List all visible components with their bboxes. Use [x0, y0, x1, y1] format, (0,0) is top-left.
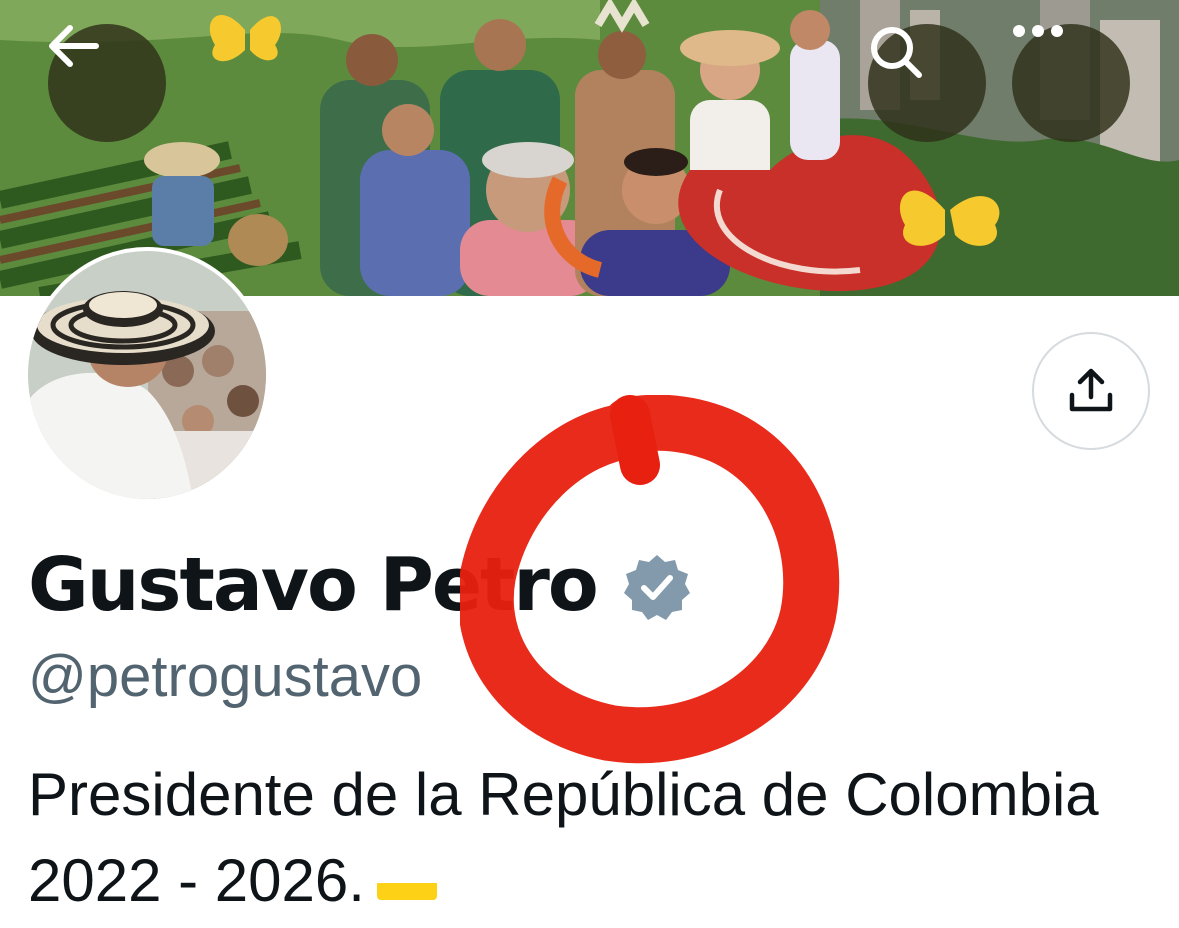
- avatar[interactable]: [24, 247, 270, 503]
- back-button[interactable]: [48, 24, 166, 142]
- more-options-button[interactable]: [1012, 24, 1130, 142]
- bio-years: 2022 - 2026.: [28, 847, 365, 914]
- profile-bio: Presidente de la República de Colombia 2…: [28, 752, 1168, 924]
- display-name: Gustavo Petro: [28, 542, 599, 628]
- profile-handle: @petrogustavo: [28, 644, 423, 709]
- profile-name-row: Gustavo Petro: [28, 548, 691, 622]
- ellipsis-icon: [1013, 25, 1063, 37]
- avatar-image: [28, 251, 266, 499]
- verified-badge-icon[interactable]: [623, 553, 691, 621]
- arrow-left-icon: [49, 25, 99, 67]
- bio-line-2: 2022 - 2026.: [28, 838, 1168, 924]
- search-button[interactable]: [868, 24, 986, 142]
- share-icon: [1069, 368, 1113, 412]
- bio-line-1: Presidente de la República de Colombia: [28, 761, 1099, 828]
- colombia-flag-icon: [376, 860, 437, 901]
- search-icon: [871, 27, 922, 78]
- share-button[interactable]: [1032, 332, 1150, 450]
